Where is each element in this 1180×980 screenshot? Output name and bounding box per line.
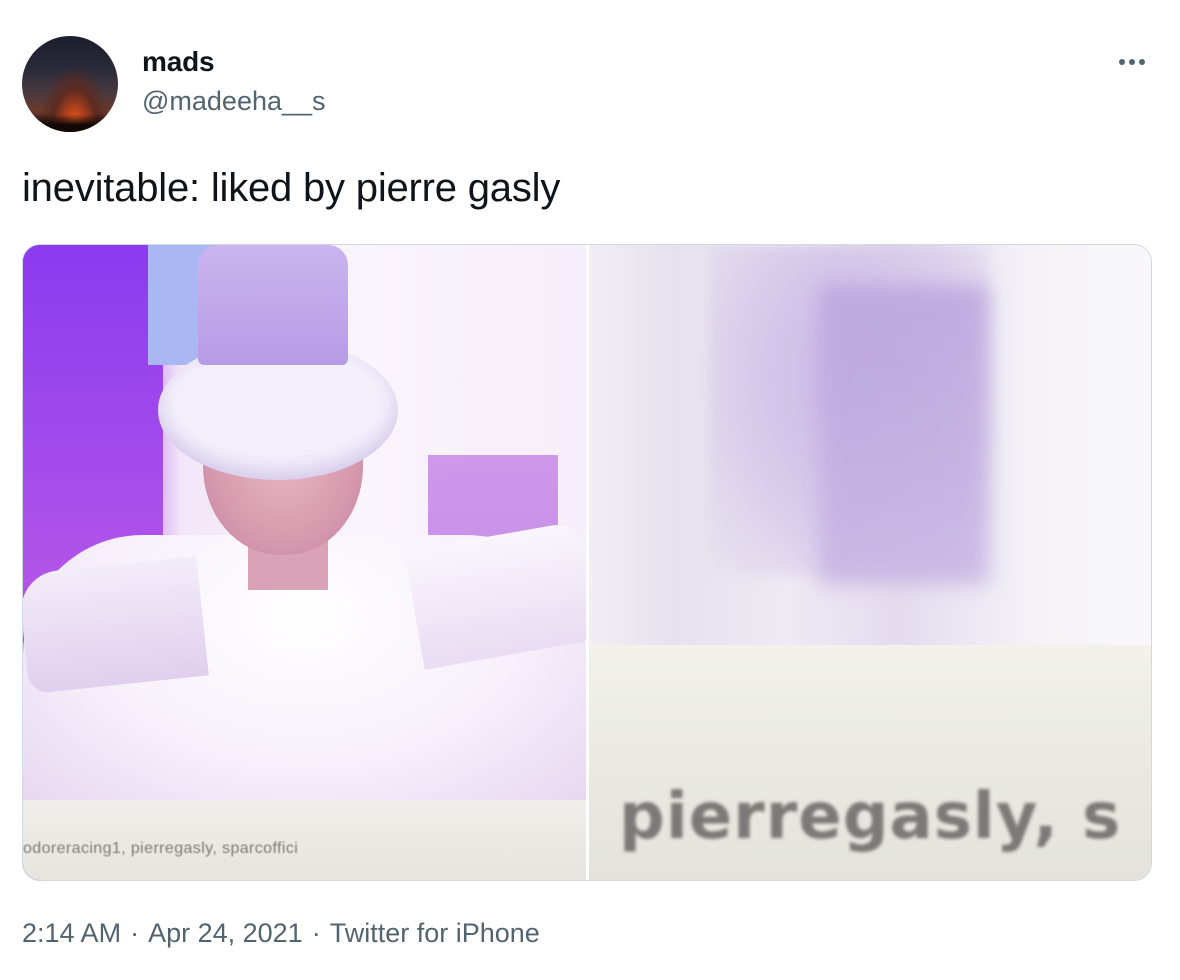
tweet-date[interactable]: Apr 24, 2021 [148, 918, 303, 948]
media-image-right[interactable]: pierregasly, s [589, 245, 1151, 880]
blurred-shape [819, 285, 989, 585]
separator: · [311, 918, 321, 948]
tweet-source[interactable]: Twitter for iPhone [330, 918, 540, 948]
dot [1119, 59, 1125, 65]
avatar-silhouette [22, 114, 118, 132]
caption-strip: odoreracing1, pierregasly, sparcoffici [23, 800, 586, 880]
tweet-time[interactable]: 2:14 AM [22, 918, 121, 948]
tweet-text: inevitable: liked by pierre gasly [22, 166, 561, 210]
avatar[interactable] [22, 36, 118, 132]
more-horizontal-icon[interactable] [1112, 44, 1152, 80]
display-name[interactable]: mads [142, 46, 215, 78]
tweet-metadata: 2:14 AM · Apr 24, 2021 · Twitter for iPhone [22, 918, 540, 949]
dot [1139, 59, 1145, 65]
left-image-caption: odoreracing1, pierregasly, sparcoffici [23, 840, 299, 857]
user-handle[interactable]: @madeeha__s [142, 86, 326, 117]
hat-crown [198, 245, 348, 365]
dot [1129, 59, 1135, 65]
left-arm [23, 555, 209, 695]
separator: · [130, 918, 140, 948]
zoomed-caption-strip: pierregasly, s [589, 645, 1151, 880]
right-image-caption: pierregasly, s [619, 780, 1122, 854]
media-grid: odoreracing1, pierregasly, sparcoffici p… [22, 244, 1152, 881]
media-image-left[interactable]: odoreracing1, pierregasly, sparcoffici [23, 245, 586, 880]
